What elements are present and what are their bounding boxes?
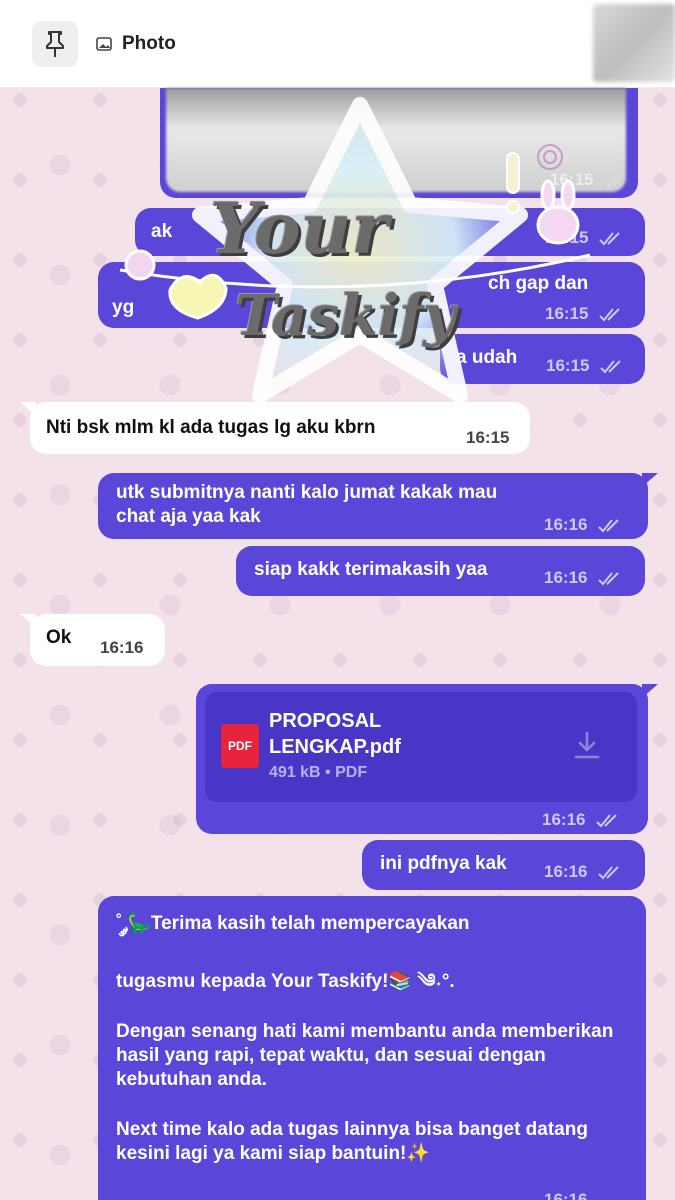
message-text: Next time kalo ada tugas lainnya bisa ba… bbox=[116, 1119, 588, 1164]
message-text: ini pdfnya kak bbox=[380, 853, 507, 874]
message-bubble[interactable]: a udah 16:15 bbox=[440, 334, 645, 384]
blurred-thumbnail[interactable] bbox=[593, 4, 675, 82]
pdf-file-icon: PDF bbox=[221, 724, 259, 768]
file-name: PROPOSAL LENGKAP.pdf bbox=[269, 710, 401, 758]
message-text: Ok bbox=[46, 627, 72, 648]
message-time: 16:15 bbox=[466, 428, 510, 447]
download-icon[interactable] bbox=[571, 730, 603, 762]
message-time: 16:15 bbox=[546, 354, 624, 378]
image-icon bbox=[96, 36, 112, 51]
double-check-icon bbox=[600, 359, 621, 374]
message-bubble[interactable]: ch gap dan yg 16:15 bbox=[98, 262, 645, 328]
message-bubble[interactable]: Ok 16:16 bbox=[20, 614, 165, 666]
double-check-icon bbox=[599, 231, 620, 246]
message-text: tugasmu kepada Your Taskify!📚 ༄˖°. bbox=[116, 971, 455, 992]
message-bubble[interactable]: ini pdfnya kak 16:16 bbox=[362, 840, 645, 890]
message-text: a udah bbox=[456, 347, 518, 368]
pin-icon bbox=[46, 30, 64, 57]
message-time: 16:16 bbox=[544, 513, 622, 537]
message-time: 16:15 bbox=[545, 226, 623, 250]
message-time: 16:16 bbox=[544, 1190, 588, 1200]
double-check-icon bbox=[599, 307, 620, 322]
message-text: Nti bsk mlm kl ada tugas lg aku kbrn bbox=[46, 417, 376, 438]
message-text: yg bbox=[112, 297, 135, 318]
message-time: 16:15 bbox=[545, 302, 623, 326]
message-text: ak bbox=[151, 221, 173, 242]
message-bubble[interactable]: Nti bsk mlm kl ada tugas lg aku kbrn 16:… bbox=[20, 402, 530, 454]
double-check-icon bbox=[604, 173, 625, 188]
message-time: 16:15 bbox=[550, 170, 628, 190]
double-check-icon bbox=[598, 518, 619, 533]
message-text: chat aja yaa kak bbox=[116, 506, 261, 527]
message-bubble[interactable]: ak 16:15 bbox=[135, 208, 645, 256]
message-text: Dengan senang hati kami membantu anda me… bbox=[116, 1021, 614, 1090]
photo-title[interactable]: Photo bbox=[96, 33, 176, 55]
message-bubble[interactable]: utk submitnya nanti kalo jumat kakak mau… bbox=[98, 473, 658, 539]
message-time: 16:16 bbox=[542, 808, 620, 832]
message-bubble[interactable]: ˚ ༘🦕Terima kasih telah mempercayakan tug… bbox=[98, 896, 646, 1200]
message-time: 16:16 bbox=[544, 860, 622, 884]
message-time: 16:16 bbox=[544, 566, 622, 590]
double-check-icon bbox=[596, 813, 617, 828]
message-time: 16:16 bbox=[100, 638, 144, 657]
pdf-attachment[interactable]: PDF PROPOSAL LENGKAP.pdf 491 kB • PDF bbox=[205, 692, 637, 802]
message-text: ˚ ༘🦕Terima kasih telah mempercayakan bbox=[116, 913, 470, 934]
message-text: ch gap dan bbox=[488, 273, 589, 294]
image-message[interactable]: 16:15 bbox=[160, 88, 638, 198]
message-text: utk submitnya nanti kalo jumat kakak mau bbox=[116, 482, 498, 503]
double-check-icon bbox=[598, 571, 619, 586]
top-bar: Photo bbox=[0, 0, 675, 88]
photo-title-text: Photo bbox=[122, 32, 176, 54]
message-bubble[interactable]: siap kakk terimakasih yaa 16:16 bbox=[236, 546, 645, 596]
message-text: siap kakk terimakasih yaa bbox=[254, 559, 488, 580]
double-check-icon bbox=[598, 865, 619, 880]
file-meta: 491 kB • PDF bbox=[269, 764, 368, 781]
pin-button[interactable] bbox=[32, 20, 78, 67]
